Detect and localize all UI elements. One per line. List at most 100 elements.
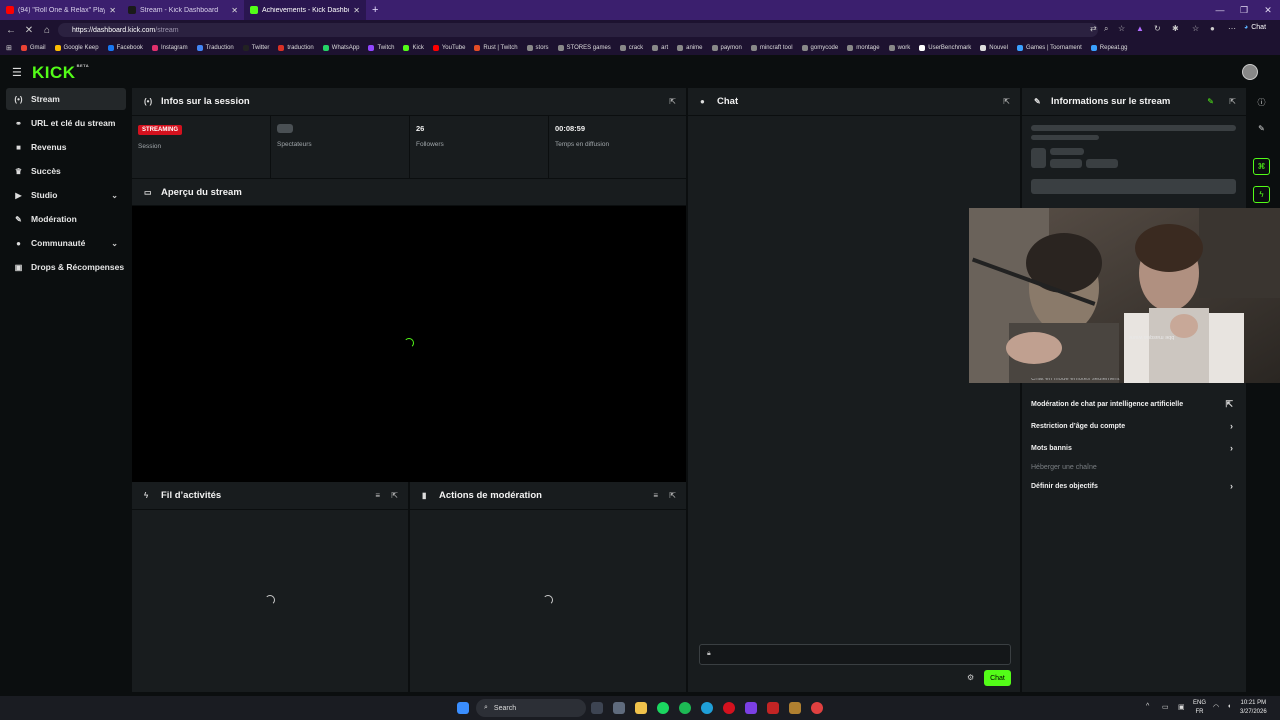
volume-icon[interactable]: ◖ (1227, 703, 1231, 710)
tab-close-icon[interactable]: ✕ (231, 6, 238, 15)
bolt-icon[interactable]: ϟ (1253, 186, 1270, 203)
language-indicator[interactable]: ENG FR (1193, 699, 1206, 717)
tray-chevron-icon[interactable]: ^ (1146, 703, 1149, 710)
edge-icon[interactable] (701, 702, 713, 714)
translate-icon[interactable]: ⇄ (1090, 24, 1097, 33)
bookmark-item[interactable]: Rust | Twitch (474, 44, 518, 51)
popout-icon[interactable]: ⇱ (1003, 97, 1010, 106)
bookmark-item[interactable]: mincraft tool (750, 44, 793, 51)
chat-input[interactable]: 🔒︎ (699, 644, 1011, 665)
grid-icon[interactable]: ⌘ (1253, 158, 1270, 175)
new-tab-button[interactable]: + (372, 4, 378, 16)
bookmark-item[interactable]: anime (677, 44, 703, 51)
app-icon[interactable] (679, 702, 691, 714)
stream-setting-item[interactable]: Modération de chat par intelligence arti… (1031, 398, 1237, 410)
opera-icon[interactable] (723, 702, 735, 714)
favorites-icon[interactable]: ☆ (1192, 24, 1199, 33)
bookmark-item[interactable]: crack (619, 44, 643, 51)
bookmark-item[interactable]: Facebook (107, 44, 143, 51)
browser-chat-button[interactable]: ◕ Chat (1244, 24, 1266, 31)
chat-send-button[interactable]: Chat (984, 670, 1011, 686)
bookmark-item[interactable]: Traduction (196, 44, 234, 51)
menu-icon[interactable]: ⋯ (1228, 24, 1236, 33)
bookmark-item[interactable]: montage (847, 44, 880, 51)
spotify-icon[interactable] (657, 702, 669, 714)
stream-setting-item[interactable]: Restriction d’âge du compte › (1031, 420, 1237, 432)
stream-setting-item[interactable]: Définir des objectifs › (1031, 480, 1237, 492)
bookmark-item[interactable]: traduction (278, 44, 314, 51)
bookmark-item[interactable]: work (888, 44, 910, 51)
bookmark-item[interactable]: Twitter (242, 44, 269, 51)
bookmark-item[interactable]: Games | Toornament (1016, 44, 1082, 51)
home-icon[interactable]: ⌂ (40, 25, 54, 36)
bookmark-item[interactable]: WhatsApp (322, 44, 359, 51)
bookmark-item[interactable]: Twitch (368, 44, 394, 51)
tab-close-icon[interactable]: ✕ (109, 6, 116, 15)
discord-icon[interactable] (745, 702, 757, 714)
sidebar-item-studio[interactable]: ▶ Studio ⌄ (6, 184, 126, 206)
popout-icon[interactable]: ⇱ (669, 97, 676, 106)
tab-close-icon[interactable]: ✕ (353, 6, 360, 15)
popout-icon[interactable]: ⇱ (391, 491, 398, 500)
bookmark-item[interactable]: Repeat.gg (1090, 44, 1127, 51)
stream-setting-item[interactable]: Mots bannis › (1031, 442, 1237, 454)
bookmark-item[interactable]: UserBenchmark (919, 44, 971, 51)
reload-icon[interactable]: ✕ (22, 25, 36, 36)
back-icon[interactable]: ← (4, 25, 18, 36)
refresh-icon[interactable]: ↻ (1154, 24, 1161, 33)
tray-app-icon[interactable]: ▣ (1178, 703, 1185, 711)
sidebar-item-url-et-clé-du-stream[interactable]: ⚭ URL et clé du stream (6, 112, 126, 134)
filter-icon[interactable]: ≡ (375, 491, 380, 500)
close-window-icon[interactable]: ✕ (1256, 0, 1280, 20)
windows-start-icon[interactable] (457, 702, 469, 714)
bookmark-item[interactable]: Gmail (20, 44, 46, 51)
bookmark-item[interactable]: Google Keep (54, 44, 99, 51)
extension-icon[interactable]: ▲ (1136, 24, 1144, 33)
profile-icon[interactable]: ● (1210, 24, 1215, 33)
bookmark-item[interactable]: Nouvel (980, 44, 1008, 51)
hamburger-menu-icon[interactable]: ☰ (12, 66, 22, 79)
bookmark-item[interactable]: art (652, 44, 668, 51)
browser-tab[interactable]: Stream - Kick Dashboard ✕ (122, 0, 244, 20)
taskbar-search[interactable]: ⌕ Search (476, 699, 586, 717)
bookmark-item[interactable]: YouTube (432, 44, 465, 51)
popout-icon[interactable]: ⇱ (1229, 97, 1236, 106)
star-icon[interactable]: ☆ (1118, 24, 1125, 33)
sidebar-item-modération[interactable]: ✎ Modération (6, 208, 126, 230)
wifi-icon[interactable]: ◠ (1213, 703, 1219, 711)
bookmark-item[interactable]: gomycode (801, 44, 838, 51)
browser-tab[interactable]: (94) "Roll One & Relax" Playli ✕ (0, 0, 122, 20)
app-icon[interactable] (811, 702, 823, 714)
user-avatar[interactable] (1242, 64, 1258, 80)
clock[interactable]: 10:21 PM 3/27/2026 (1240, 699, 1267, 717)
apps-grid-icon[interactable]: ⊞ (6, 44, 12, 52)
info-icon[interactable]: ⓘ (1253, 94, 1270, 111)
bookmark-item[interactable]: paymon (711, 44, 742, 51)
popout-icon[interactable]: ⇱ (669, 491, 676, 500)
tray-app-icon[interactable]: ▭ (1162, 703, 1169, 711)
app-icon[interactable] (767, 702, 779, 714)
url-field[interactable]: https://dashboard.kick.com/stream (58, 23, 1098, 37)
browser-tab[interactable]: Achievements - Kick Dashboard ✕ (244, 0, 366, 20)
sidebar-item-revenus[interactable]: ■ Revenus (6, 136, 126, 158)
sidebar-item-drops-récompenses[interactable]: ▣ Drops & Récompenses (6, 256, 126, 278)
sidebar-item-communauté[interactable]: ● Communauté ⌄ (6, 232, 126, 254)
sidebar-item-succès[interactable]: ♛ Succès (6, 160, 126, 182)
filter-icon[interactable]: ≡ (653, 491, 658, 500)
sidebar-item-stream[interactable]: (•) Stream (6, 88, 126, 110)
zoom-icon[interactable]: ⌕ (1104, 24, 1108, 34)
bookmark-item[interactable]: Instagram (151, 44, 188, 51)
minimize-icon[interactable]: — (1208, 0, 1232, 20)
bookmark-item[interactable]: Kick (403, 44, 424, 51)
stream-preview-video[interactable] (132, 206, 686, 482)
bookmark-item[interactable]: STORES games (557, 44, 611, 51)
stream-setting-item[interactable]: Héberger une chaîne (1031, 461, 1237, 473)
file-explorer-icon[interactable] (635, 702, 647, 714)
pencil-icon[interactable]: ✎ (1253, 120, 1270, 137)
app-icon[interactable] (789, 702, 801, 714)
bookmark-item[interactable]: stors (526, 44, 549, 51)
maximize-icon[interactable]: ❐ (1232, 0, 1256, 20)
widgets-icon[interactable] (613, 702, 625, 714)
kick-logo[interactable]: KICKBETA (32, 63, 89, 83)
edit-icon[interactable]: ✎ (1207, 97, 1214, 106)
